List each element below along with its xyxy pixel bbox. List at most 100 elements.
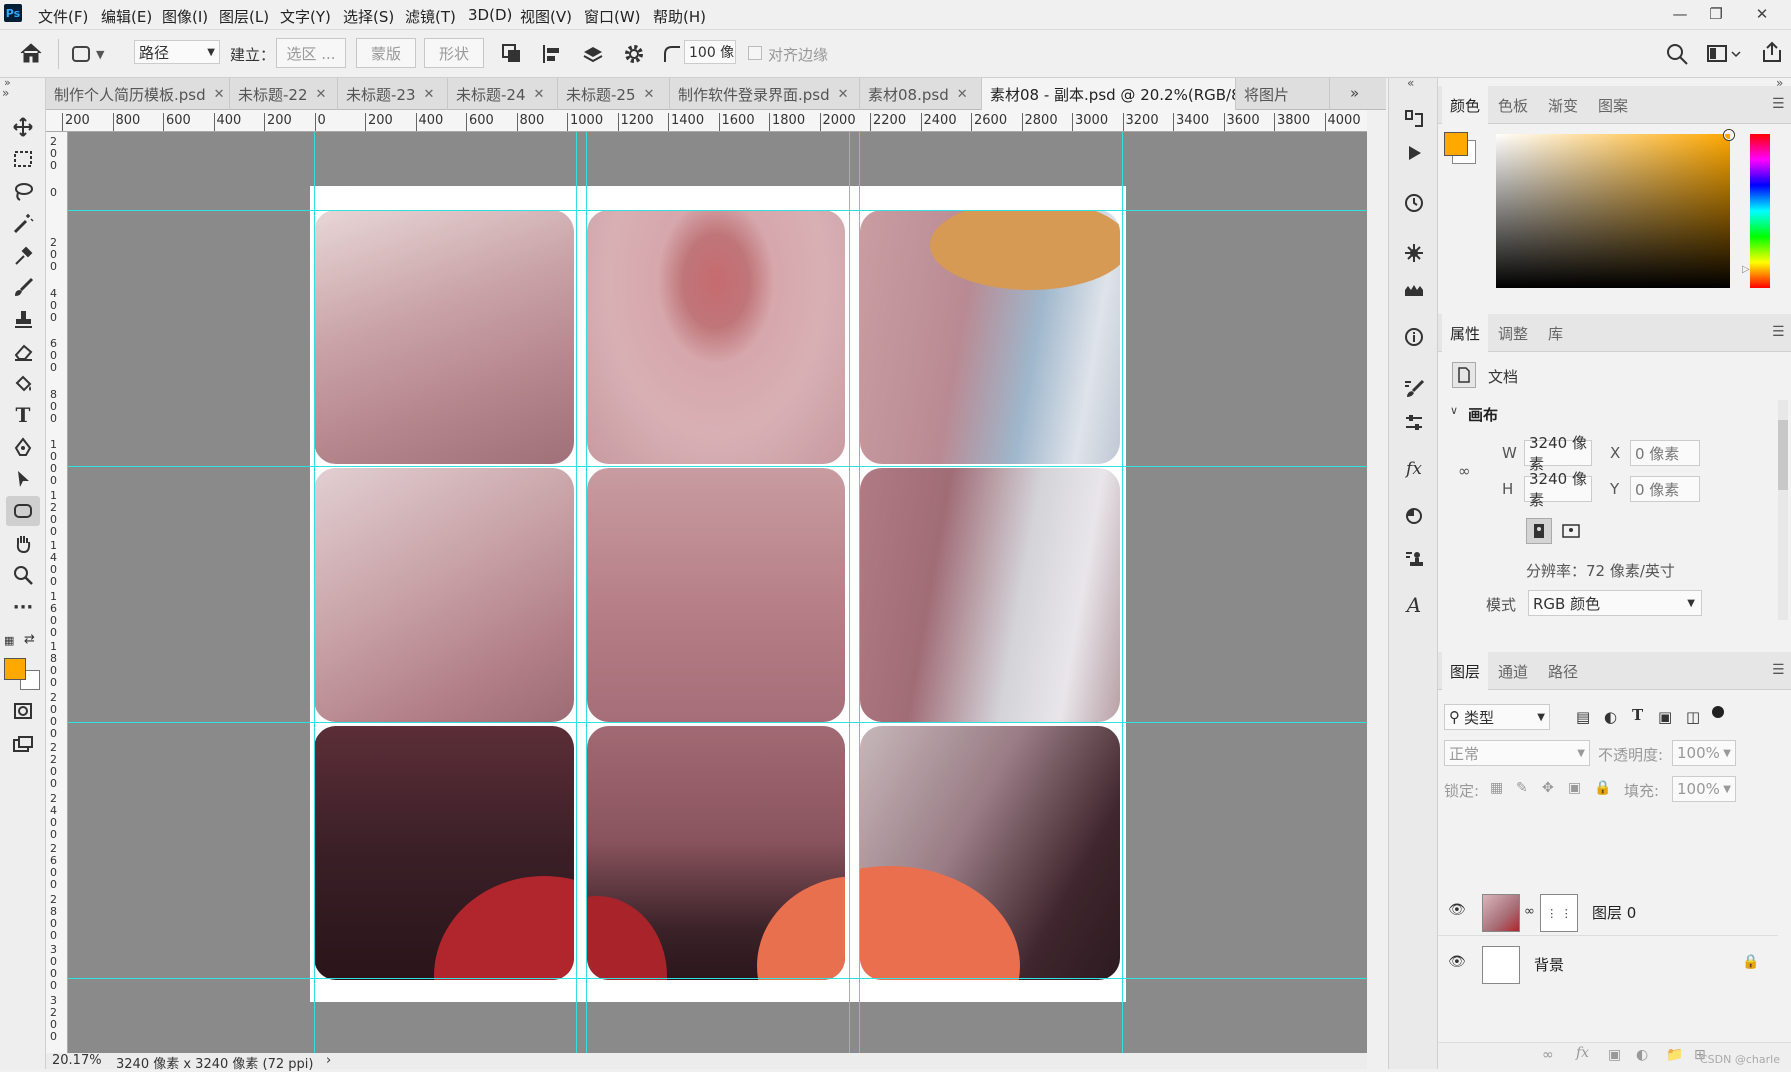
lock-transparency-icon[interactable]: ▦ — [1490, 780, 1503, 796]
y-input[interactable]: 0 像素 — [1630, 476, 1700, 502]
tab-layers[interactable]: 图层 — [1442, 652, 1489, 690]
path-mode-select[interactable]: 路径 ▼ — [134, 40, 220, 64]
filter-type-icon[interactable]: T — [1632, 706, 1643, 724]
rounded-rect-tool-preset-icon[interactable]: ▼ — [72, 42, 112, 66]
lock-artboard-icon[interactable]: ▣ — [1568, 780, 1581, 796]
menu-image[interactable]: 图像(I) — [162, 6, 208, 27]
path-operations-icon[interactable] — [500, 42, 524, 70]
tab-material08[interactable]: 素材08.psd ✕ — [860, 78, 982, 110]
landscape-orientation-icon[interactable] — [1558, 518, 1584, 544]
guide-vertical[interactable] — [859, 132, 860, 1053]
marquee-tool-icon[interactable] — [6, 144, 40, 174]
hand-tool-icon[interactable] — [6, 528, 40, 558]
add-mask-icon[interactable]: ▣ — [1608, 1047, 1621, 1063]
tab-close-icon[interactable]: ✕ — [644, 87, 655, 102]
tab-libraries[interactable]: 库 — [1540, 314, 1571, 352]
paths-icon[interactable] — [1399, 500, 1429, 530]
guide-horizontal[interactable] — [68, 466, 1367, 467]
link-layers-icon[interactable]: ∞ — [1542, 1047, 1554, 1063]
panel-menu-icon[interactable]: ☰ — [1772, 662, 1785, 678]
filter-toggle-icon[interactable] — [1712, 706, 1724, 718]
menu-window[interactable]: 窗口(W) — [584, 6, 641, 27]
panel-menu-icon[interactable]: ☰ — [1772, 324, 1785, 340]
rounded-rectangle-tool-icon[interactable] — [6, 496, 40, 526]
restore-icon[interactable]: ❐ — [1698, 0, 1734, 28]
stamp-tool-icon[interactable] — [6, 304, 40, 334]
type-tool-icon[interactable]: T — [6, 400, 40, 430]
brush-settings-icon[interactable] — [1399, 238, 1429, 268]
tab-login-ui[interactable]: 制作软件登录界面.psd ✕ — [670, 78, 860, 110]
lock-all-icon[interactable]: 🔒 — [1594, 780, 1611, 796]
tabs-collapse-icon[interactable]: » — [2, 86, 9, 100]
swap-colors-icon[interactable]: ⇄ — [24, 632, 35, 647]
filter-adjustment-icon[interactable]: ◐ — [1604, 708, 1617, 726]
tab-close-icon[interactable]: ✕ — [316, 87, 327, 102]
screen-mode-icon[interactable] — [6, 730, 40, 760]
tab-color[interactable]: 颜色 — [1442, 86, 1489, 124]
tab-paths[interactable]: 路径 — [1540, 652, 1586, 690]
foreground-color-chip[interactable] — [1444, 132, 1468, 156]
visibility-eye-icon[interactable]: 👁 — [1448, 954, 1466, 970]
guide-horizontal[interactable] — [68, 210, 1367, 211]
portrait-orientation-icon[interactable] — [1526, 518, 1552, 544]
guide-vertical[interactable] — [576, 132, 577, 1053]
tab-untitled-24[interactable]: 未标题-24 ✕ — [448, 78, 558, 110]
history-states-icon[interactable] — [1399, 104, 1429, 134]
tab-untitled-25[interactable]: 未标题-25 ✕ — [558, 78, 670, 110]
gear-icon[interactable] — [622, 42, 646, 70]
path-alignment-icon[interactable] — [540, 42, 564, 70]
brush-tool-icon[interactable] — [6, 272, 40, 302]
adjustments-icon[interactable] — [1399, 408, 1429, 438]
tab-more[interactable]: 将图片 — [1236, 78, 1330, 110]
layer-name[interactable]: 图层 0 — [1592, 902, 1636, 923]
properties-scrollbar[interactable] — [1778, 400, 1788, 620]
actions-play-icon[interactable] — [1399, 138, 1429, 168]
path-selection-icon[interactable] — [6, 464, 40, 494]
home-icon[interactable] — [18, 42, 44, 68]
brushes-icon[interactable] — [1399, 274, 1429, 304]
panel-menu-icon[interactable]: ☰ — [1772, 96, 1785, 112]
menu-type[interactable]: 文字(Y) — [280, 6, 331, 27]
link-icon[interactable]: ∞ — [1458, 462, 1471, 480]
lasso-tool-icon[interactable] — [6, 176, 40, 206]
paint-bucket-icon[interactable] — [6, 368, 40, 398]
lock-position-icon[interactable]: ✥ — [1542, 780, 1554, 796]
tab-close-icon[interactable]: ✕ — [838, 87, 849, 102]
width-input[interactable]: 3240 像素 — [1524, 434, 1592, 473]
hue-slider-handle[interactable]: ▷ — [1742, 264, 1750, 275]
tab-properties[interactable]: 属性 — [1442, 314, 1489, 352]
layer-style-fx-icon[interactable]: fx — [1576, 1045, 1589, 1061]
properties-stamp-icon[interactable] — [1399, 544, 1429, 574]
search-icon[interactable] — [1665, 42, 1689, 70]
mode-select[interactable]: RGB 颜色 ▼ — [1528, 590, 1702, 616]
color-picker-handle[interactable] — [1724, 130, 1734, 140]
filter-pixel-icon[interactable]: ▤ — [1576, 708, 1590, 726]
move-tool-icon[interactable] — [6, 112, 40, 142]
layer-name[interactable]: 背景 — [1534, 954, 1564, 975]
menu-3d[interactable]: 3D(D) — [468, 6, 512, 24]
filter-smart-object-icon[interactable]: ◫ — [1686, 708, 1700, 726]
minimize-icon[interactable]: — — [1662, 0, 1698, 28]
magic-wand-icon[interactable] — [6, 208, 40, 238]
zoom-tool-icon[interactable] — [6, 560, 40, 590]
fill-input[interactable]: 100% ▼ — [1672, 776, 1736, 802]
menu-filter[interactable]: 滤镜(T) — [405, 6, 456, 27]
adjustment-layer-icon[interactable]: ◐ — [1636, 1047, 1648, 1063]
height-input[interactable]: 3240 像素 — [1524, 470, 1592, 509]
guide-vertical[interactable] — [314, 132, 315, 1053]
quick-mask-icon[interactable] — [6, 696, 40, 726]
blend-mode-select[interactable]: 正常 ▼ — [1444, 740, 1590, 766]
visibility-eye-icon[interactable]: 👁 — [1448, 902, 1466, 918]
tab-overflow-icon[interactable]: » — [1350, 84, 1359, 102]
tab-material08-copy[interactable]: 素材08 - 副本.psd @ 20.2%(RGB/8) *✕ — [982, 78, 1236, 110]
layer-row[interactable]: 👁 背景 🔒 — [1438, 940, 1778, 988]
menu-view[interactable]: 视图(V) — [520, 6, 572, 27]
default-colors-icon[interactable]: ▦ — [4, 634, 14, 647]
guide-vertical[interactable] — [586, 132, 587, 1053]
tab-close-icon[interactable]: ✕ — [424, 87, 435, 102]
glyphs-icon[interactable]: A — [1399, 590, 1429, 620]
foreground-color-swatch[interactable] — [4, 658, 26, 680]
guide-vertical[interactable] — [849, 132, 850, 1053]
tab-swatches[interactable]: 色板 — [1490, 86, 1536, 124]
zoom-level[interactable]: 20.17% — [52, 1053, 102, 1068]
